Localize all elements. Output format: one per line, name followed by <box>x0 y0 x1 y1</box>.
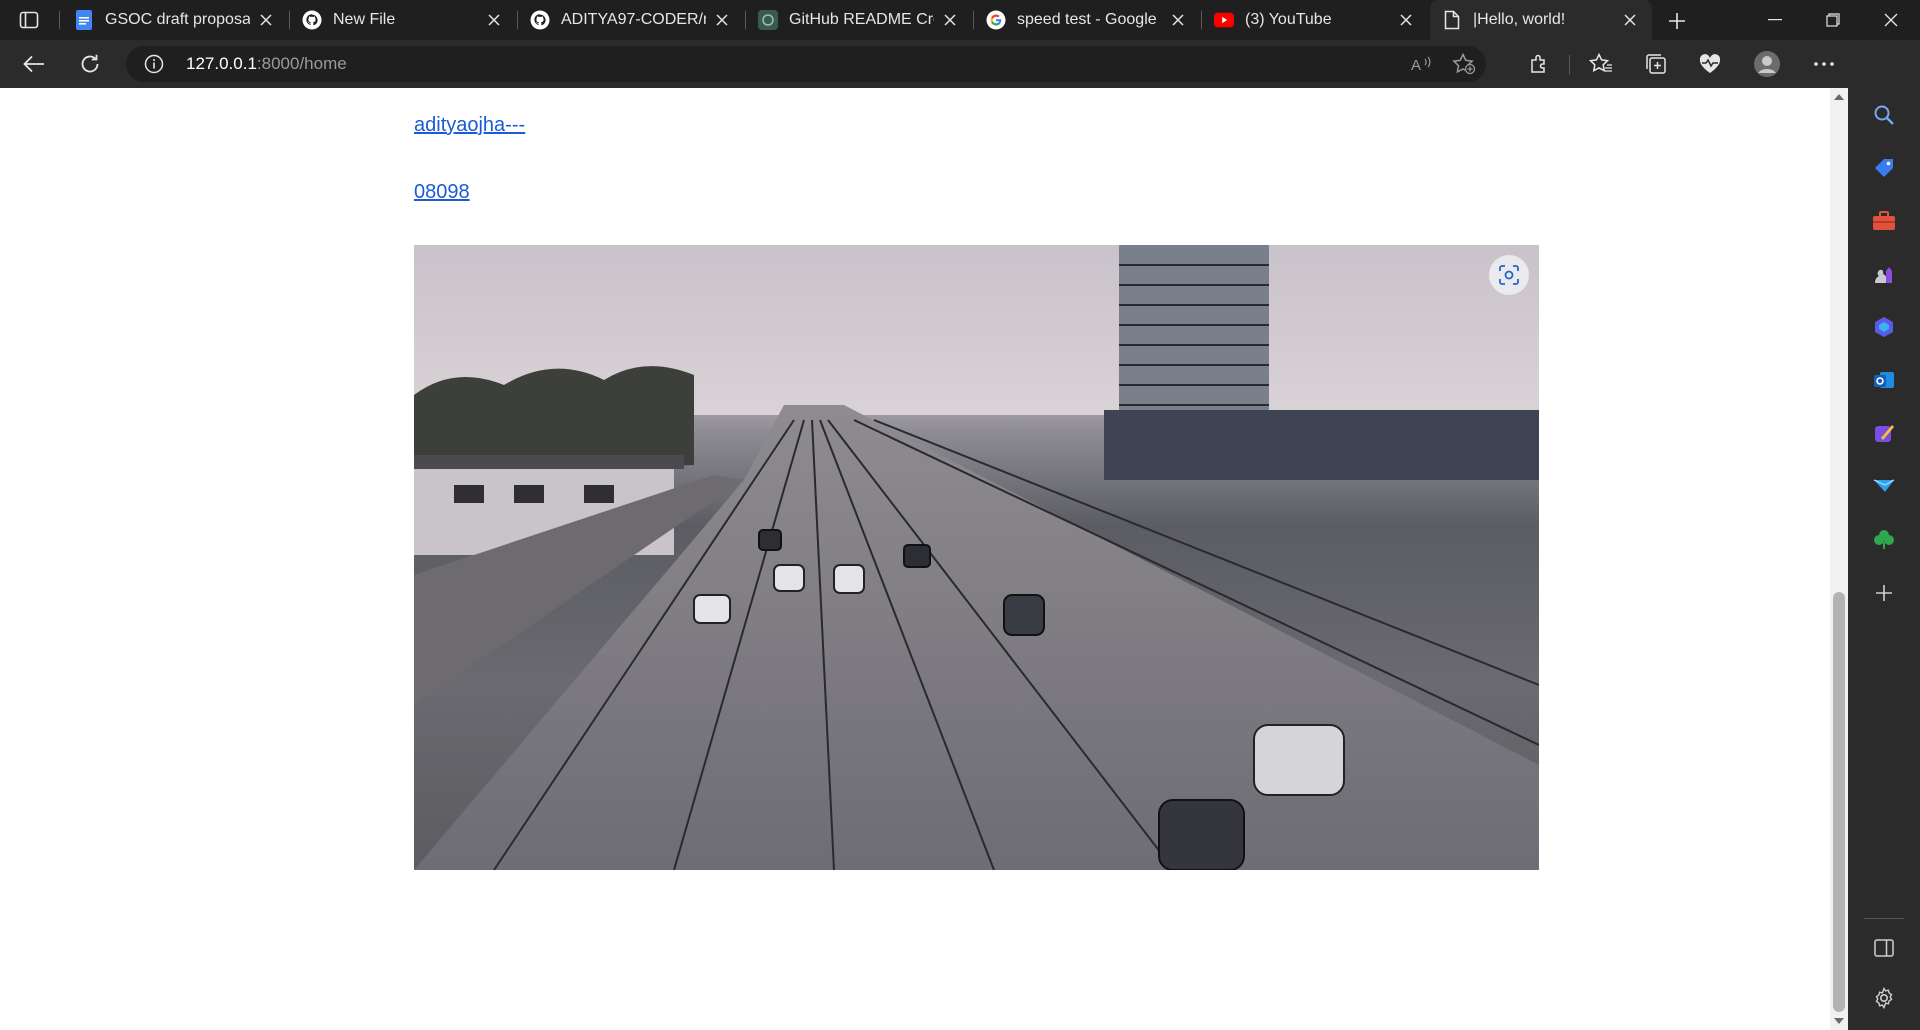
games-icon[interactable] <box>1868 258 1900 290</box>
tab-strip: GSOC draft proposal - New File ADITYA97-… <box>0 0 1920 40</box>
add-favorite-icon[interactable] <box>1448 48 1480 80</box>
collections-icon[interactable] <box>1640 48 1672 80</box>
add-sidebar-app-icon[interactable] <box>1868 577 1900 609</box>
scroll-down-arrow[interactable] <box>1830 1012 1848 1030</box>
profile-avatar[interactable] <box>1751 48 1783 80</box>
url-text[interactable]: 127.0.0.1:8000/home <box>186 54 347 74</box>
sidebar-divider <box>1864 918 1904 919</box>
number-link[interactable]: 08098 <box>414 181 470 204</box>
extensions-icon[interactable] <box>1523 48 1555 80</box>
tab-new-file[interactable]: New File <box>290 0 516 40</box>
visual-search-icon[interactable] <box>1489 255 1529 295</box>
address-bar[interactable]: 127.0.0.1:8000/home A <box>126 46 1486 82</box>
vertical-scrollbar[interactable] <box>1830 88 1848 1030</box>
minimize-button[interactable] <box>1747 0 1803 40</box>
tab-title: GSOC draft proposal - <box>105 11 250 28</box>
drop-icon[interactable] <box>1868 470 1900 502</box>
edge-sidebar <box>1848 40 1920 1030</box>
github-icon <box>530 10 550 30</box>
designer-icon[interactable] <box>1868 417 1900 449</box>
tab-separator <box>59 11 60 29</box>
page-icon <box>1442 10 1462 30</box>
close-icon[interactable] <box>484 10 504 30</box>
shopping-tag-icon[interactable] <box>1868 152 1900 184</box>
close-icon[interactable] <box>940 10 960 30</box>
svg-text:A: A <box>1411 57 1421 73</box>
close-icon[interactable] <box>1396 10 1416 30</box>
url-host: 127.0.0.1 <box>186 54 257 73</box>
tab-aditya-repo[interactable]: ADITYA97-CODER/mz <box>518 0 744 40</box>
scroll-thumb[interactable] <box>1833 592 1845 1012</box>
tab-title: ADITYA97-CODER/mz <box>561 11 706 28</box>
tools-icon[interactable] <box>1868 205 1900 237</box>
outlook-icon[interactable] <box>1868 364 1900 396</box>
tab-title: |Hello, world! <box>1473 11 1566 28</box>
tab-readme-creator[interactable]: GitHub README Creat <box>746 0 972 40</box>
tab-title: GitHub README Creat <box>789 11 934 28</box>
tab-youtube[interactable]: (3) YouTube <box>1202 0 1428 40</box>
tab-gsoc-draft[interactable]: GSOC draft proposal - <box>62 0 288 40</box>
close-icon[interactable] <box>256 10 276 30</box>
highway-photo-art <box>414 245 1539 870</box>
close-icon[interactable] <box>712 10 732 30</box>
tab-title: New File <box>333 11 396 28</box>
site-info-icon[interactable] <box>144 54 164 74</box>
tab-speed-test[interactable]: speed test - Google Se <box>974 0 1200 40</box>
page-content: adityaojha--- 08098 <box>0 88 1830 1030</box>
tab-title: speed test - Google Se <box>1017 11 1162 28</box>
highway-photo <box>414 245 1539 870</box>
back-button[interactable] <box>18 48 50 80</box>
search-icon[interactable] <box>1868 99 1900 131</box>
close-window-button[interactable] <box>1863 0 1919 40</box>
google-docs-icon <box>74 10 94 30</box>
new-tab-button[interactable] <box>1662 6 1692 36</box>
tab-actions-icon[interactable] <box>16 8 42 32</box>
close-icon[interactable] <box>1620 10 1640 30</box>
chatgpt-icon <box>758 10 778 30</box>
tab-hello-world[interactable]: |Hello, world! <box>1430 0 1652 40</box>
github-icon <box>302 10 322 30</box>
tab-title: (3) YouTube <box>1245 11 1332 28</box>
restore-button[interactable] <box>1805 0 1861 40</box>
settings-gear-icon[interactable] <box>1868 982 1900 1014</box>
google-icon <box>986 10 1006 30</box>
url-path: :8000/home <box>256 54 347 73</box>
read-aloud-icon[interactable]: A <box>1406 48 1438 80</box>
youtube-icon <box>1214 10 1234 30</box>
profile-link[interactable]: adityaojha--- <box>414 114 525 137</box>
more-options-icon[interactable] <box>1808 48 1840 80</box>
close-icon[interactable] <box>1168 10 1188 30</box>
browser-toolbar: 127.0.0.1:8000/home A <box>0 40 1920 88</box>
tree-icon[interactable] <box>1868 523 1900 555</box>
toolbar-divider <box>1569 55 1570 75</box>
scroll-up-arrow[interactable] <box>1830 88 1848 106</box>
browser-essentials-icon[interactable] <box>1694 48 1726 80</box>
favorites-icon[interactable] <box>1585 48 1617 80</box>
hide-sidebar-icon[interactable] <box>1868 932 1900 964</box>
microsoft-365-icon[interactable] <box>1868 311 1900 343</box>
refresh-button[interactable] <box>74 48 106 80</box>
